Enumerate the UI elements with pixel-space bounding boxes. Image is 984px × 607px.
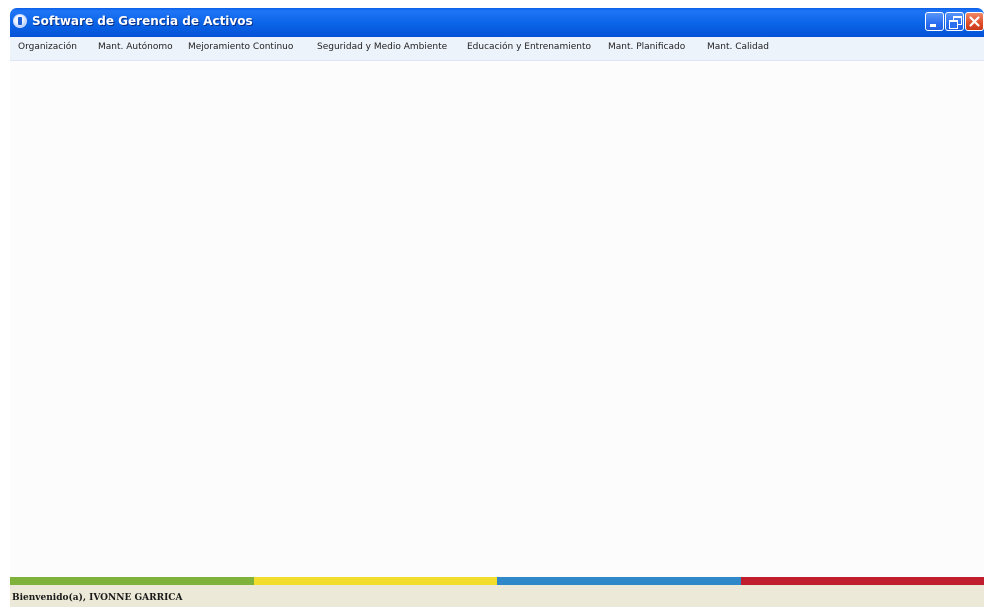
close-icon [969, 16, 980, 27]
restore-button[interactable] [945, 12, 964, 31]
menu-mejoramiento-continuo[interactable]: Mejoramiento Continuo [188, 42, 293, 52]
menu-mant-autonomo[interactable]: Mant. Autónomo [98, 42, 173, 52]
menu-mant-calidad[interactable]: Mant. Calidad [707, 42, 769, 52]
minimize-icon [930, 24, 936, 27]
app-logo-icon[interactable] [13, 14, 27, 28]
status-bar: Bienvenido(a), IVONNE GARRICA [10, 585, 984, 607]
menu-bar: Organización Mant. Autónomo Mejoramiento… [10, 37, 984, 61]
restore-icon-front [949, 20, 958, 29]
menu-educacion-entrenamiento[interactable]: Educación y Entrenamiento [467, 42, 591, 52]
strip-segment-red [740, 577, 984, 585]
minimize-button[interactable] [925, 12, 944, 31]
welcome-message: Bienvenido(a), IVONNE GARRICA [12, 593, 183, 603]
main-window: Software de Gerencia de Activos Organiza… [10, 8, 984, 607]
brand-color-strip [10, 577, 984, 585]
menu-seguridad-medio-ambiente[interactable]: Seguridad y Medio Ambiente [317, 42, 447, 52]
menu-organizacion[interactable]: Organización [18, 42, 77, 52]
window-title: Software de Gerencia de Activos [32, 14, 253, 28]
close-button[interactable] [965, 12, 984, 31]
strip-segment-yellow [253, 577, 497, 585]
title-bar[interactable]: Software de Gerencia de Activos [10, 8, 984, 37]
strip-segment-blue [497, 577, 741, 585]
strip-segment-green [10, 577, 254, 585]
menu-mant-planificado[interactable]: Mant. Planificado [608, 42, 685, 52]
